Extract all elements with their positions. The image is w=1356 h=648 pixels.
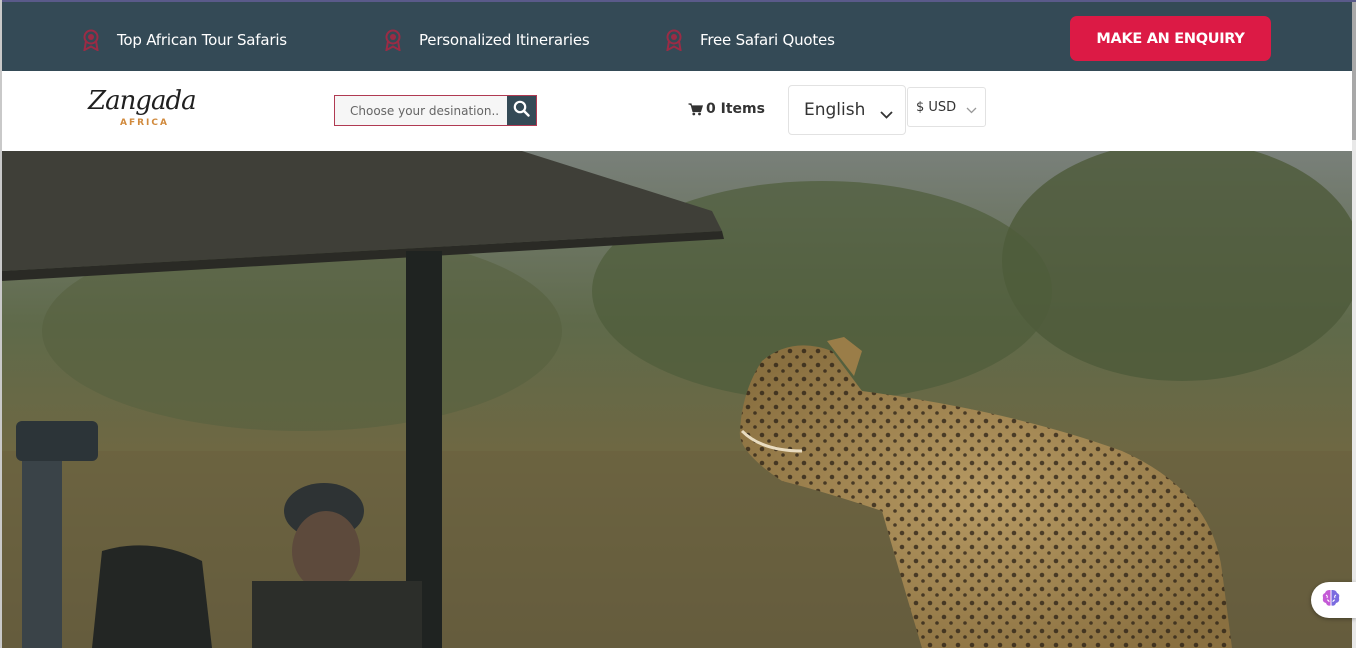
window-edge [0, 0, 1356, 2]
cart-link[interactable]: 0 Items [688, 101, 765, 117]
search-button[interactable] [507, 96, 536, 125]
brain-icon [1320, 587, 1342, 614]
top-info-bar: Top African Tour Safaris Personalized It… [2, 2, 1352, 71]
ai-assistant-button[interactable] [1311, 582, 1356, 618]
feature-personalized: Personalized Itineraries [384, 28, 590, 52]
feature-top-safaris: Top African Tour Safaris [82, 28, 287, 52]
feature-label: Personalized Itineraries [419, 31, 590, 49]
language-value: English [804, 100, 866, 120]
hero-banner [2, 151, 1352, 648]
make-enquiry-button[interactable]: MAKE AN ENQUIRY [1070, 16, 1271, 61]
feature-label: Free Safari Quotes [700, 31, 835, 49]
browser-viewport: Top African Tour Safaris Personalized It… [0, 0, 1356, 648]
window-left-edge [0, 0, 2, 648]
destination-search [334, 95, 537, 126]
language-select[interactable]: English [788, 85, 906, 135]
scrollbar-thumb[interactable] [1352, 0, 1356, 140]
site-header: Zangada AFRICA Choose your desination.. … [2, 71, 1352, 151]
logo-wordmark: Zangada [88, 86, 197, 116]
chevron-down-icon [880, 104, 893, 124]
site-logo[interactable]: Zangada AFRICA [86, 86, 206, 136]
ribbon-icon [665, 29, 683, 51]
feature-free-quotes: Free Safari Quotes [665, 28, 835, 52]
chevron-down-icon [966, 103, 977, 118]
search-input[interactable] [335, 96, 507, 125]
logo-subtitle: AFRICA [120, 118, 169, 128]
ribbon-icon [82, 29, 100, 51]
cart-count-label: 0 Items [706, 101, 765, 117]
hero-image [2, 151, 1352, 648]
ribbon-icon [384, 29, 402, 51]
currency-select[interactable]: $ USD [907, 87, 986, 127]
search-icon [513, 100, 530, 122]
cart-icon [688, 102, 703, 116]
feature-label: Top African Tour Safaris [117, 31, 287, 49]
currency-value: $ USD [916, 99, 957, 115]
